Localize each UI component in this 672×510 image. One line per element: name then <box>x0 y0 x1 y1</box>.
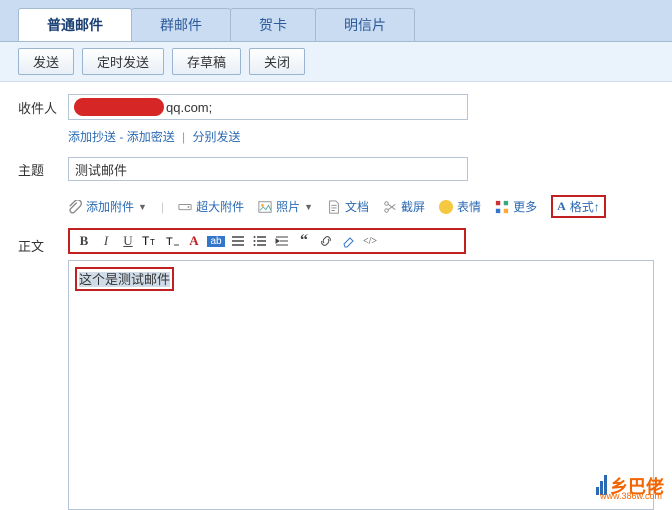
svg-text:T: T <box>166 236 173 248</box>
tab-postcard[interactable]: 明信片 <box>315 8 415 41</box>
recipient-domain: qq.com; <box>166 100 212 115</box>
font-size-button[interactable]: TT <box>140 231 160 251</box>
tab-group[interactable]: 群邮件 <box>131 8 231 41</box>
format-a-icon: A <box>557 199 566 214</box>
font-icon: T <box>164 233 180 249</box>
italic-button[interactable]: I <box>96 231 116 251</box>
subject-label: 主题 <box>18 160 68 179</box>
quote-button[interactable]: “ <box>294 231 314 251</box>
big-attachment[interactable]: 超大附件 <box>178 198 244 215</box>
schedule-button[interactable]: 定时发送 <box>82 48 164 75</box>
format-toggle[interactable]: A 格式↑ <box>551 195 606 218</box>
attachment-bar: 添加附件▼ | 超大附件 照片▼ 文档 截屏 表情 更多 A 格式↑ <box>68 191 654 222</box>
editor-body[interactable]: 这个是测试邮件 <box>68 260 654 510</box>
indent-icon <box>275 234 289 248</box>
send-button[interactable]: 发送 <box>18 48 74 75</box>
align-icon <box>231 234 245 248</box>
list-icon <box>253 234 267 248</box>
document-icon <box>327 200 341 214</box>
watermark: 乡巴佬 www.386w.com <box>596 473 664 499</box>
indent-button[interactable] <box>272 231 292 251</box>
eraser-button[interactable] <box>338 231 358 251</box>
paperclip-icon <box>68 200 82 214</box>
recipient-links: 添加抄送 - 添加密送 | 分别发送 <box>68 128 654 145</box>
grid-icon <box>495 200 509 214</box>
fontsize-icon: TT <box>142 233 158 249</box>
tab-normal[interactable]: 普通邮件 <box>18 8 132 41</box>
document[interactable]: 文档 <box>327 198 369 215</box>
subject-input[interactable] <box>68 157 468 181</box>
add-bcc-link[interactable]: 添加密送 <box>127 130 175 144</box>
svg-text:T: T <box>150 238 155 247</box>
drive-icon <box>178 200 192 214</box>
tab-card[interactable]: 贺卡 <box>230 8 316 41</box>
body-label: 正文 <box>18 236 68 255</box>
font-color-button[interactable]: A <box>184 231 204 251</box>
photo[interactable]: 照片▼ <box>258 198 313 215</box>
more[interactable]: 更多 <box>495 198 537 215</box>
link-button[interactable] <box>316 231 336 251</box>
bold-button[interactable]: B <box>74 231 94 251</box>
smile-icon <box>439 200 453 214</box>
split-send-link[interactable]: 分别发送 <box>193 130 241 144</box>
body-text: 这个是测试邮件 <box>79 272 170 287</box>
editor-toolbar: B I U TT T A ab “ </> <box>68 228 466 254</box>
photo-icon <box>258 200 272 214</box>
highlight-button[interactable]: ab <box>206 231 226 251</box>
align-button[interactable] <box>228 231 248 251</box>
action-bar: 发送 定时发送 存草稿 关闭 <box>0 42 672 82</box>
recipient-input[interactable]: qq.com; <box>68 94 468 120</box>
close-button[interactable]: 关闭 <box>249 48 305 75</box>
link-icon <box>319 234 333 248</box>
chevron-down-icon: ▼ <box>138 202 147 212</box>
underline-button[interactable]: U <box>118 231 138 251</box>
list-button[interactable] <box>250 231 270 251</box>
recipient-redaction <box>74 98 164 116</box>
emoji[interactable]: 表情 <box>439 198 481 215</box>
recipient-label: 收件人 <box>18 98 68 117</box>
eraser-icon <box>341 234 355 248</box>
scissors-icon <box>383 200 397 214</box>
compose-tabs: 普通邮件 群邮件 贺卡 明信片 <box>0 0 672 42</box>
add-cc-link[interactable]: 添加抄送 <box>68 130 116 144</box>
html-button[interactable]: </> <box>360 231 380 251</box>
screenshot[interactable]: 截屏 <box>383 198 425 215</box>
font-family-button[interactable]: T <box>162 231 182 251</box>
draft-button[interactable]: 存草稿 <box>172 48 241 75</box>
svg-text:T: T <box>142 234 150 248</box>
add-attachment[interactable]: 添加附件▼ <box>68 198 147 215</box>
chevron-down-icon: ▼ <box>304 202 313 212</box>
